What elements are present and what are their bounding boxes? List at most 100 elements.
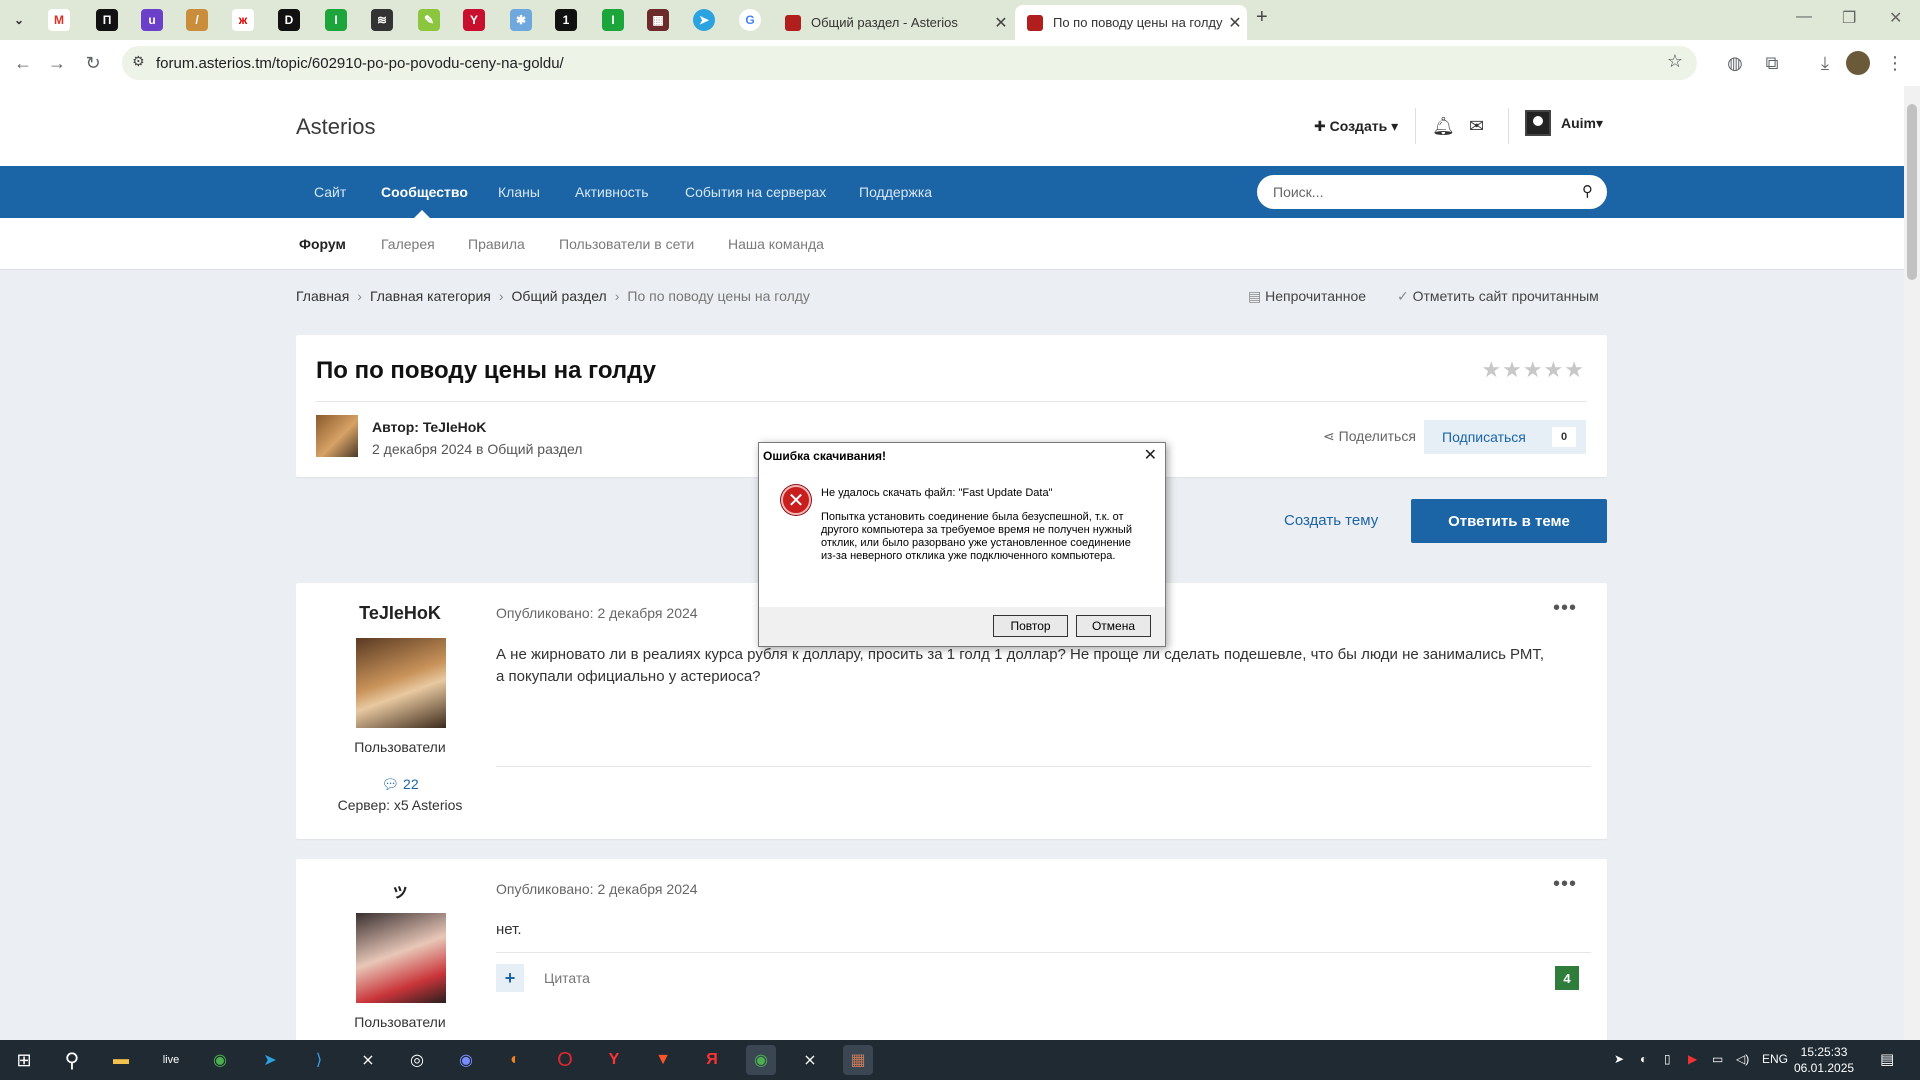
breadcrumb-general-section[interactable]: Общий раздел (512, 288, 607, 304)
reply-button[interactable]: Ответить в теме (1411, 499, 1607, 543)
pinned-tab-icon[interactable]: 1 (555, 9, 577, 31)
retry-button[interactable]: Повтор (993, 615, 1068, 637)
follow-button[interactable]: Подписаться 0 (1424, 420, 1586, 454)
usb-icon[interactable]: ▯ (1664, 1052, 1671, 1066)
subnav-item-team[interactable]: Наша команда (728, 236, 824, 252)
post-author-avatar[interactable] (356, 913, 446, 1003)
cancel-button[interactable]: Отмена (1076, 615, 1151, 637)
search-icon[interactable]: ⚲ (57, 1045, 87, 1075)
tray-icon[interactable]: ▶ (1688, 1052, 1697, 1066)
pinned-tab-icon[interactable]: ✱ (510, 9, 532, 31)
windows-start-icon[interactable]: ⊞ (9, 1045, 39, 1075)
telegram-tray-icon[interactable]: ➤ (1614, 1052, 1624, 1066)
live-app-icon[interactable]: live (156, 1045, 186, 1075)
tray-icon[interactable]: ◐ (1640, 1052, 1647, 1066)
clock[interactable]: 15:25:33 06.01.2025 (1794, 1044, 1854, 1076)
post-author-avatar[interactable] (356, 638, 446, 728)
scrollbar[interactable] (1904, 86, 1920, 1040)
envelope-icon[interactable]: ✉ (1469, 116, 1484, 137)
google-tab-icon[interactable]: G (739, 9, 761, 31)
breadcrumb-main-category[interactable]: Главная категория (370, 288, 491, 304)
nav-item-clans[interactable]: Кланы (498, 184, 540, 200)
pinned-tab-icon[interactable]: ▦ (647, 9, 669, 31)
search-input[interactable]: Поиск... ⚲ (1257, 175, 1607, 209)
window-close-icon[interactable]: ✕ (1889, 8, 1902, 28)
downloads-icon[interactable]: ⤓ (1810, 48, 1840, 78)
capcut-icon[interactable]: ⨯ (353, 1045, 383, 1075)
search-icon[interactable]: ⚲ (1582, 182, 1593, 200)
bell-icon[interactable]: 🔔︎ (1432, 116, 1455, 137)
new-tab-icon[interactable]: + (1256, 6, 1268, 29)
notifications-icon[interactable]: ▤ (1880, 1050, 1894, 1068)
share-button[interactable]: ⋖ Поделиться (1323, 428, 1416, 445)
author-avatar[interactable] (316, 415, 358, 457)
blender-icon[interactable]: ◐ (500, 1045, 530, 1075)
forward-icon[interactable]: → (42, 48, 72, 78)
create-menu[interactable]: ✚ Создать ▾ (1314, 118, 1398, 135)
more-options-icon[interactable]: ••• (1553, 597, 1577, 620)
subnav-item-rules[interactable]: Правила (468, 236, 525, 252)
brave-icon[interactable]: ▼ (648, 1045, 678, 1075)
more-options-icon[interactable]: ••• (1553, 873, 1577, 896)
tab-current-topic[interactable]: По по поводу цены на голду - ✕ (1015, 5, 1247, 40)
pinned-tab-icon[interactable]: u (141, 9, 163, 31)
close-tab-icon[interactable]: ✕ (1223, 13, 1247, 33)
pinned-tab-icon[interactable]: Y (463, 9, 485, 31)
app-icon[interactable]: ◉ (451, 1045, 481, 1075)
site-info-icon[interactable]: ⚙ (132, 53, 145, 70)
game-client-icon[interactable]: ▦ (843, 1045, 873, 1075)
nav-item-activity[interactable]: Активность (575, 184, 649, 200)
telegram-tab-icon[interactable]: ➤ (693, 9, 715, 31)
gmail-tab-icon[interactable]: M (48, 9, 70, 31)
post-date[interactable]: Опубликовано: 2 декабря 2024 (496, 881, 698, 897)
pinned-tab-icon[interactable]: ✎ (418, 9, 440, 31)
telegram-icon[interactable]: ➤ (255, 1045, 285, 1075)
capcut-icon[interactable]: ⨯ (795, 1045, 825, 1075)
reaction-count-badge[interactable]: 4 (1555, 966, 1579, 990)
reload-icon[interactable]: ↻ (78, 48, 108, 78)
post-author-name[interactable]: ッ (296, 877, 504, 903)
address-bar[interactable]: ⚙ forum.asterios.tm/topic/602910-po-po-p… (122, 46, 1697, 80)
breadcrumb-home[interactable]: Главная (296, 288, 349, 304)
minimize-icon[interactable]: — (1796, 8, 1812, 26)
translate-icon[interactable]: ◍ (1720, 48, 1750, 78)
vscode-icon[interactable]: ⟩ (304, 1045, 334, 1075)
pinned-tab-icon[interactable]: I (602, 9, 624, 31)
nav-item-community[interactable]: Сообщество (381, 184, 468, 200)
bookmark-star-icon[interactable]: ☆ (1667, 51, 1683, 72)
post-author-name[interactable]: TeJIeHoK (296, 603, 504, 624)
yandex-browser-icon[interactable]: Y (599, 1045, 629, 1075)
topic-author[interactable]: Автор: TeJIeHoK (372, 419, 486, 435)
language-indicator[interactable]: ENG (1762, 1052, 1788, 1066)
site-logo[interactable]: Asterios (296, 114, 375, 140)
opera-icon[interactable]: O (550, 1045, 580, 1075)
pinned-tab-icon[interactable]: I (325, 9, 347, 31)
tab-general-section[interactable]: Общий раздел - Asterios ✕ (773, 5, 1013, 40)
multiquote-button[interactable]: + (496, 964, 524, 992)
extensions-icon[interactable]: ⧉ (1757, 48, 1787, 78)
unread-link[interactable]: ▤ Непрочитанное (1248, 288, 1366, 305)
network-icon[interactable]: ▭ (1712, 1052, 1723, 1066)
pinned-tab-icon[interactable]: D (278, 9, 300, 31)
user-menu[interactable]: Auim ▾ (1525, 110, 1603, 136)
obs-icon[interactable]: ◎ (402, 1045, 432, 1075)
file-explorer-icon[interactable]: ▬ (106, 1045, 136, 1075)
mark-read-link[interactable]: ✓ Отметить сайт прочитанным (1397, 288, 1599, 305)
pinned-tab-icon[interactable]: ж (232, 9, 254, 31)
pinned-tab-icon[interactable]: / (186, 9, 208, 31)
pinned-tab-icon[interactable]: ≋ (371, 9, 393, 31)
close-tab-icon[interactable]: ✕ (989, 13, 1013, 33)
chrome-icon[interactable]: ◉ (205, 1045, 235, 1075)
subnav-item-gallery[interactable]: Галерея (381, 236, 435, 252)
post-count[interactable]: 💬︎ 22 (296, 776, 504, 793)
close-icon[interactable]: ✕ (1144, 445, 1157, 465)
restore-icon[interactable]: ❐ (1842, 8, 1856, 28)
menu-icon[interactable]: ⋮ (1880, 48, 1910, 78)
pinned-tab-icon[interactable]: П (96, 9, 118, 31)
subnav-item-forum[interactable]: Форум (299, 236, 346, 252)
chrome-active-icon[interactable]: ◉ (746, 1045, 776, 1075)
post-date[interactable]: Опубликовано: 2 декабря 2024 (496, 605, 698, 621)
nav-item-support[interactable]: Поддержка (859, 184, 932, 200)
nav-item-events[interactable]: События на серверах (685, 184, 826, 200)
volume-icon[interactable]: ◁) (1736, 1052, 1749, 1066)
